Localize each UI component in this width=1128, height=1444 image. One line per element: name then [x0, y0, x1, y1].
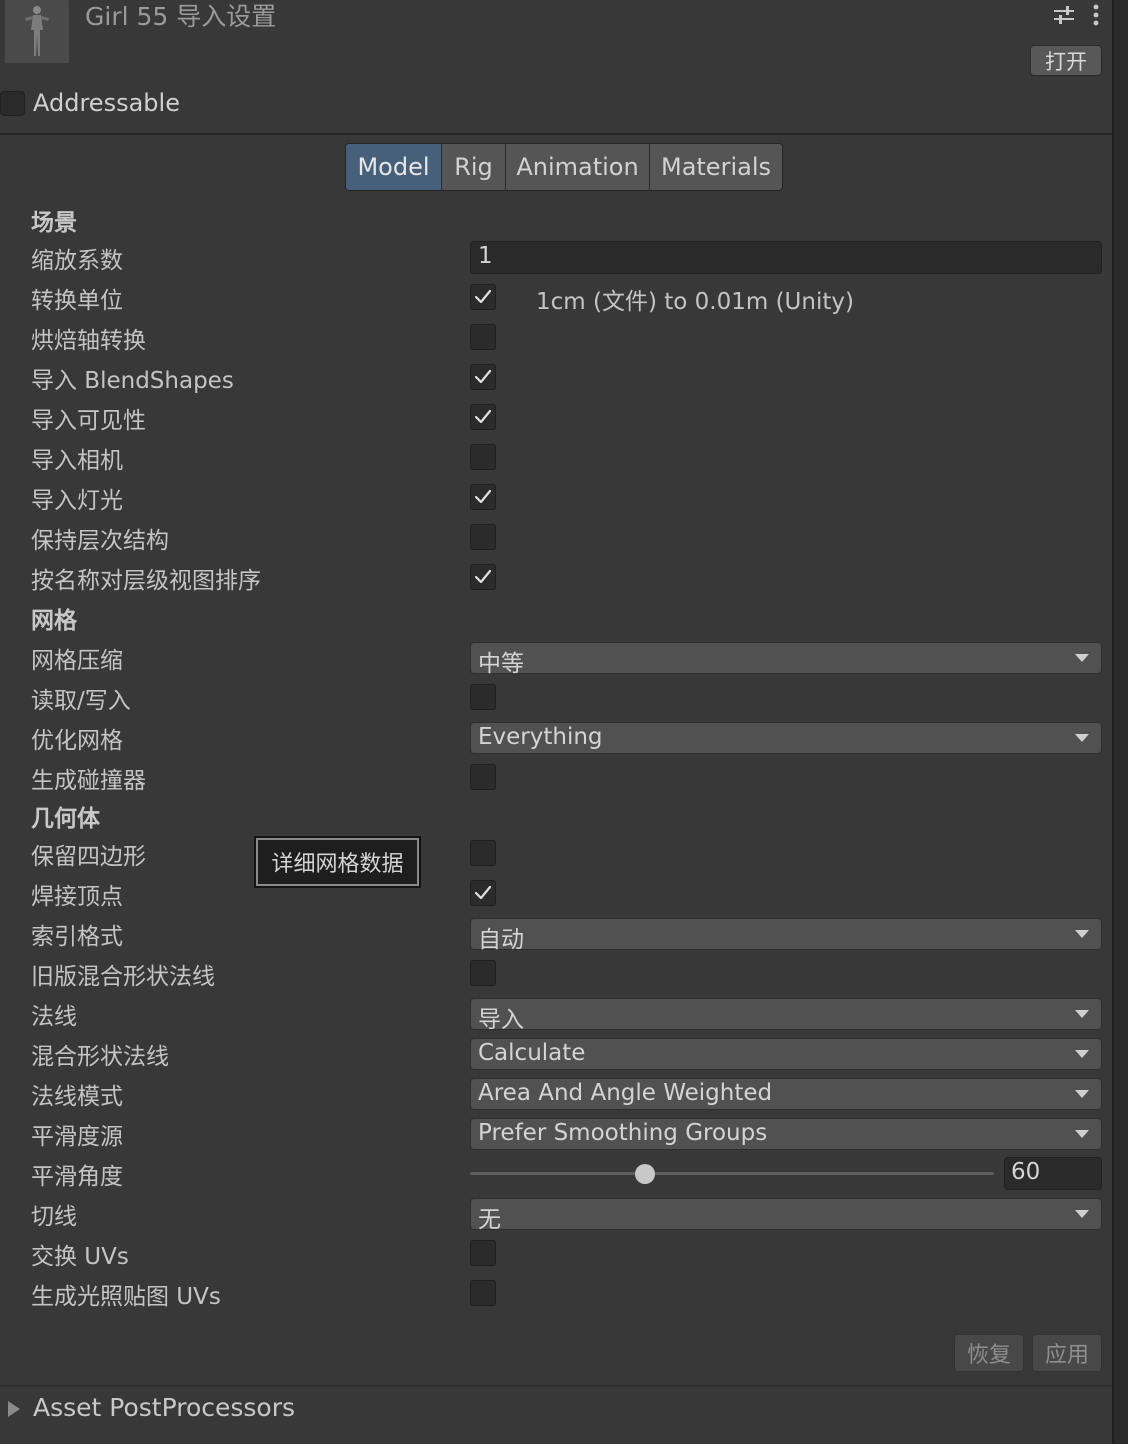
chevron-down-icon [1075, 1210, 1089, 1218]
tab-model[interactable]: Model [346, 144, 442, 190]
row-label-swap-uvs: 交换 UVs [31, 1244, 129, 1270]
row-label-mesh-compression: 网格压缩 [31, 648, 123, 674]
preset-icon[interactable] [1051, 2, 1077, 28]
chevron-down-icon [1075, 1090, 1089, 1098]
window-title: Girl 55 导入设置 [85, 2, 277, 31]
row-label-import-visibility: 导入可见性 [31, 408, 146, 434]
row-label-sort-hierarchy: 按名称对层级视图排序 [31, 568, 261, 594]
row-label-smoothness-source: 平滑度源 [31, 1124, 123, 1150]
tooltip: 详细网格数据 [254, 836, 421, 888]
tangents-dropdown[interactable]: 无 [470, 1198, 1102, 1233]
revert-button[interactable]: 恢复 [954, 1334, 1024, 1372]
header-divider [0, 133, 1112, 135]
chevron-down-icon [1075, 654, 1089, 662]
asset-postprocessors-label[interactable]: Asset PostProcessors [33, 1393, 295, 1422]
legacy-blendshape-normals-checkbox[interactable] [470, 960, 496, 986]
tab-materials[interactable]: Materials [650, 144, 782, 190]
row-label-smoothing-angle: 平滑角度 [31, 1164, 123, 1190]
section-scene: 场景 [31, 210, 77, 236]
scale-factor-input[interactable]: 1 [470, 241, 1102, 274]
checkmark-icon [474, 409, 492, 424]
row-label-import-cameras: 导入相机 [31, 448, 123, 474]
read-write-checkbox[interactable] [470, 684, 496, 710]
swap-uvs-checkbox[interactable] [470, 1240, 496, 1266]
row-label-import-lights: 导入灯光 [31, 488, 123, 514]
index-format-dropdown[interactable]: 自动 [470, 918, 1102, 953]
blendshape-normals-dropdown[interactable]: Calculate [470, 1038, 1102, 1070]
row-label-normals: 法线 [31, 1004, 77, 1030]
row-label-normals-mode: 法线模式 [31, 1084, 123, 1110]
character-model-icon [25, 6, 49, 56]
smoothing-angle-input[interactable]: 60 [1004, 1157, 1102, 1190]
addressable-label: Addressable [33, 89, 180, 117]
mesh-compression-dropdown[interactable]: 中等 [470, 642, 1102, 677]
bake-axis-checkbox[interactable] [470, 324, 496, 350]
tab-animation[interactable]: Animation [506, 144, 650, 190]
apply-button[interactable]: 应用 [1032, 1334, 1102, 1372]
row-label-legacy-blendshape-normals: 旧版混合形状法线 [31, 964, 215, 990]
open-button[interactable]: 打开 [1030, 45, 1102, 76]
row-label-bake-axis: 烘焙轴转换 [31, 328, 146, 354]
optimize-mesh-dropdown[interactable]: Everything [470, 722, 1102, 754]
row-label-weld-vertices: 焊接顶点 [31, 884, 123, 910]
row-label-keep-quads: 保留四边形 [31, 844, 146, 870]
weld-vertices-checkbox[interactable] [470, 880, 496, 906]
row-label-generate-colliders: 生成碰撞器 [31, 768, 146, 794]
tab-rig[interactable]: Rig [442, 144, 506, 190]
section-geometry: 几何体 [31, 806, 100, 832]
row-label-read-write: 读取/写入 [31, 688, 131, 714]
row-label-scale-factor: 缩放系数 [31, 248, 123, 274]
chevron-down-icon [1075, 930, 1089, 938]
chevron-down-icon [1075, 1050, 1089, 1058]
checkmark-icon [474, 289, 492, 304]
checkmark-icon [474, 489, 492, 504]
model-thumbnail [5, 0, 69, 63]
import-lights-checkbox[interactable] [470, 484, 496, 510]
footer-divider [0, 1385, 1112, 1387]
preserve-hierarchy-checkbox[interactable] [470, 524, 496, 550]
checkmark-icon [474, 369, 492, 384]
chevron-down-icon [1075, 1130, 1089, 1138]
keep-quads-checkbox[interactable] [470, 840, 496, 866]
chevron-down-icon [1075, 734, 1089, 742]
more-options-icon[interactable] [1083, 2, 1109, 28]
generate-lightmap-uvs-checkbox[interactable] [470, 1280, 496, 1306]
convert-units-note: 1cm (文件) to 0.01m (Unity) [536, 289, 854, 315]
section-meshes: 网格 [31, 608, 77, 634]
row-label-tangents: 切线 [31, 1204, 77, 1230]
row-label-convert-units: 转换单位 [31, 288, 123, 314]
row-label-index-format: 索引格式 [31, 924, 123, 950]
scrollbar[interactable] [1112, 0, 1128, 1444]
normals-mode-dropdown[interactable]: Area And Angle Weighted [470, 1078, 1102, 1110]
checkmark-icon [474, 569, 492, 584]
row-label-import-blendshapes: 导入 BlendShapes [31, 368, 234, 394]
import-blendshapes-checkbox[interactable] [470, 364, 496, 390]
row-label-preserve-hierarchy: 保持层次结构 [31, 528, 169, 554]
smoothing-angle-slider-track[interactable] [470, 1172, 994, 1175]
convert-units-checkbox[interactable] [470, 284, 496, 310]
normals-dropdown[interactable]: 导入 [470, 998, 1102, 1033]
chevron-down-icon [1075, 1010, 1089, 1018]
row-label-optimize-mesh: 优化网格 [31, 728, 123, 754]
checkmark-icon [474, 885, 492, 900]
import-visibility-checkbox[interactable] [470, 404, 496, 430]
sort-hierarchy-checkbox[interactable] [470, 564, 496, 590]
smoothing-angle-slider-thumb[interactable] [634, 1164, 655, 1184]
expand-arrow-icon[interactable] [8, 1401, 20, 1417]
import-cameras-checkbox[interactable] [470, 444, 496, 470]
row-label-generate-lightmap-uvs: 生成光照贴图 UVs [31, 1284, 221, 1310]
smoothness-source-dropdown[interactable]: Prefer Smoothing Groups [470, 1118, 1102, 1150]
generate-colliders-checkbox[interactable] [470, 764, 496, 790]
import-tabs: Model Rig Animation Materials [345, 143, 783, 191]
row-label-blendshape-normals: 混合形状法线 [31, 1044, 169, 1070]
addressable-checkbox[interactable] [0, 91, 25, 116]
